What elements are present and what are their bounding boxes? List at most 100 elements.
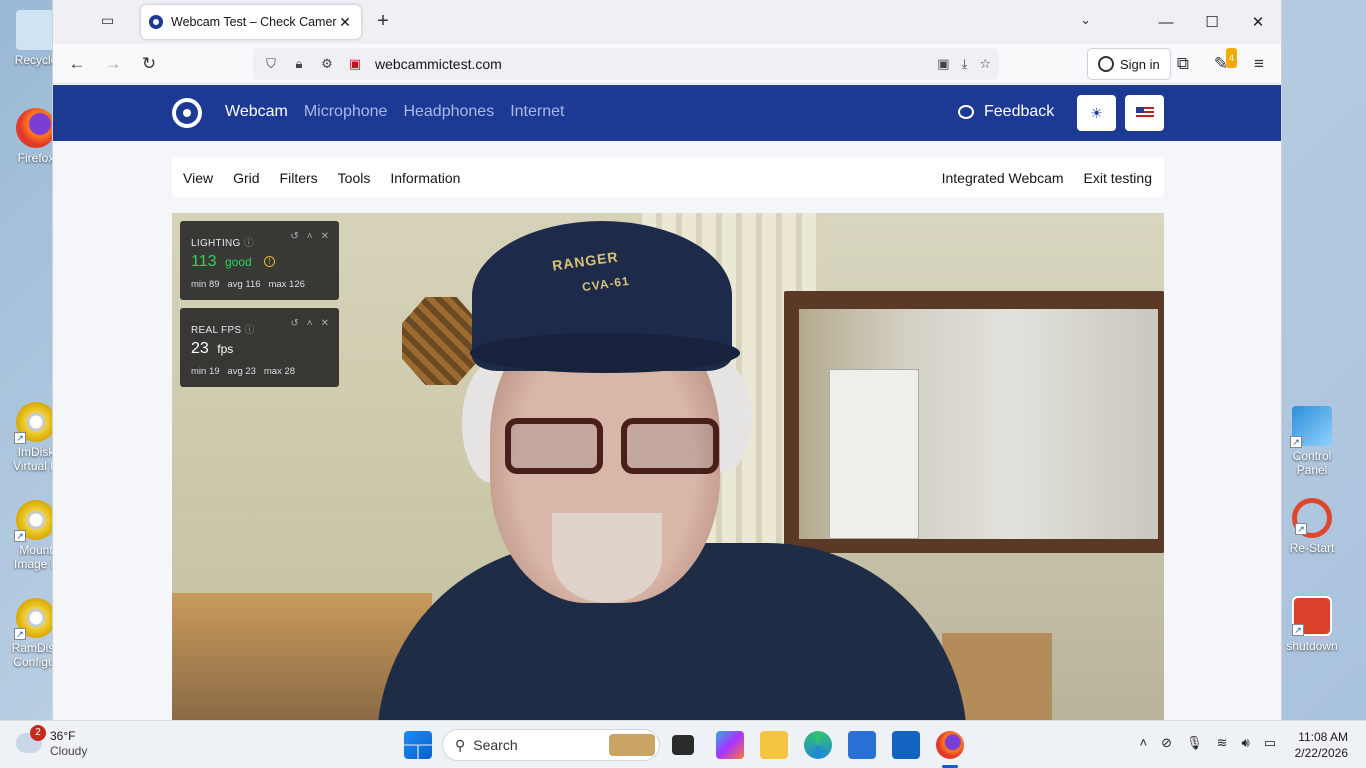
fps-value: 23 — [191, 340, 209, 357]
desktop-label: Firefox — [17, 151, 55, 165]
start-windows-icon[interactable] — [404, 731, 432, 759]
microphone-icon[interactable]: 🎙︎ — [1186, 735, 1203, 751]
bookmark-star-icon[interactable]: ☆ — [979, 56, 991, 72]
permissions-icon[interactable]: ⚙ — [317, 56, 337, 72]
lighting-stats: min 89 avg 116 max 126 — [191, 279, 305, 290]
volume-icon[interactable]: 🔊︎ — [1242, 735, 1250, 751]
beard — [552, 513, 662, 603]
camera-select[interactable]: Integrated Webcam — [942, 170, 1064, 186]
microsoft-365-icon[interactable] — [716, 731, 744, 759]
info-icon[interactable]: ⓘ — [244, 238, 254, 249]
menu-tools[interactable]: Tools — [338, 170, 371, 186]
search-highlight-icon — [609, 734, 655, 756]
feedback-link[interactable]: Feedback — [958, 103, 1054, 121]
extension-badge: 4 — [1225, 48, 1237, 68]
sun-icon: ☀ — [1090, 104, 1103, 121]
lock-icon[interactable]: 🔒︎ — [289, 56, 309, 72]
mirror-reflection — [799, 309, 1158, 539]
desktop-label: Re-Start — [1289, 541, 1335, 555]
site-favicon-icon — [149, 15, 163, 29]
search-label: Search — [473, 737, 518, 753]
nav-webcam[interactable]: Webcam — [225, 103, 288, 121]
search-icon: ⚲ — [455, 736, 466, 753]
close-tab-icon[interactable]: ✕ — [337, 14, 353, 31]
menu-filters[interactable]: Filters — [280, 170, 318, 186]
nav-microphone[interactable]: Microphone — [304, 103, 388, 121]
menu-grid[interactable]: Grid — [233, 170, 259, 186]
disc-icon: ↗ — [14, 402, 56, 444]
battery-icon[interactable]: ▭ — [1264, 735, 1276, 751]
panel-title: LIGHTING — [191, 238, 241, 249]
lens-right — [621, 418, 719, 474]
minimize-icon[interactable]: — — [1143, 0, 1189, 44]
menu-view[interactable]: View — [183, 170, 213, 186]
list-all-tabs-icon[interactable]: ⌄ — [1080, 12, 1091, 28]
sign-in-label: Sign in — [1120, 56, 1160, 72]
language-button[interactable] — [1125, 95, 1164, 131]
us-flag-icon — [1135, 107, 1154, 119]
menu-information[interactable]: Information — [390, 170, 460, 186]
desktop-label: Recycle — [14, 53, 58, 67]
file-explorer-icon[interactable] — [760, 731, 788, 759]
weather-widget[interactable]: 2 36°F Cloudy — [16, 725, 87, 759]
taskbar-search[interactable]: ⚲ Search — [442, 729, 660, 761]
extensions-icon[interactable]: ⧉ — [1173, 54, 1193, 74]
reflected-door — [829, 369, 919, 539]
back-icon[interactable]: ← — [67, 54, 87, 74]
account-icon — [1098, 56, 1114, 72]
firefox-view-icon[interactable]: ▭ — [101, 12, 121, 32]
lighting-status: good — [224, 255, 252, 269]
warning-icon[interactable]: ! — [264, 256, 276, 267]
chevron-up-icon[interactable]: ˄ — [1140, 735, 1148, 751]
close-window-icon[interactable]: ✕ — [1235, 0, 1281, 44]
reset-icon[interactable]: ↺ — [290, 318, 298, 329]
lens-left — [505, 418, 603, 474]
shutdown-shortcut[interactable]: ↗ shutdown — [1280, 596, 1344, 653]
tab-webcam-test[interactable]: Webcam Test – Check Camera Online ✕ — [141, 5, 361, 39]
picture-in-picture-icon[interactable]: ▣ — [937, 56, 949, 72]
reload-icon[interactable]: ↻ — [139, 54, 159, 74]
power-icon: ↗ — [1292, 596, 1332, 636]
url-text[interactable]: webcammictest.com — [375, 56, 502, 72]
collapse-icon[interactable]: ˄ — [307, 318, 313, 329]
task-view-icon[interactable] — [672, 735, 694, 755]
extension-puzzle-icon[interactable]: ✎ 4 — [1211, 48, 1237, 74]
weather-temp: 36°F — [50, 729, 76, 743]
exit-testing-button[interactable]: Exit testing — [1084, 170, 1152, 186]
maximize-icon[interactable]: ☐ — [1189, 0, 1235, 44]
nav-headphones[interactable]: Headphones — [403, 103, 494, 121]
site-logo-icon[interactable] — [172, 98, 202, 128]
store-icon[interactable] — [848, 731, 876, 759]
taskbar: 2 36°F Cloudy ⚲ Search ˄ ⊘ 🎙︎ ≋ 🔊︎ ▭ 11:… — [0, 720, 1366, 768]
network-off-icon[interactable]: ⊘ — [1161, 735, 1172, 751]
disc-icon: ↗ — [14, 598, 56, 640]
save-page-icon[interactable]: ⤓ — [962, 56, 968, 72]
firefox-taskbar-icon[interactable] — [936, 731, 964, 759]
system-tray: ˄ ⊘ 🎙︎ ≋ 🔊︎ ▭ — [1140, 735, 1276, 751]
nav-internet[interactable]: Internet — [510, 103, 564, 121]
clock[interactable]: 11:08 AM 2/22/2026 — [1295, 729, 1348, 761]
collapse-icon[interactable]: ˄ — [307, 231, 313, 242]
shortcut-arrow-icon: ↗ — [1292, 624, 1304, 636]
lighting-value: 113 — [191, 253, 217, 270]
camera-in-use-icon[interactable]: ▣ — [345, 56, 365, 72]
tracking-shield-icon[interactable]: ⛉ — [261, 56, 281, 72]
control-panel-icon: ↗ — [1290, 406, 1332, 448]
restart-shortcut[interactable]: ↗ Re-Start — [1280, 498, 1344, 555]
tab-title: Webcam Test – Check Camera Online — [171, 15, 337, 29]
info-icon[interactable]: ⓘ — [244, 325, 254, 336]
address-bar[interactable]: ⛉ 🔒︎ ⚙ ▣ webcammictest.com ▣ ⤓ ☆ — [253, 48, 999, 80]
outlook-icon[interactable] — [892, 731, 920, 759]
theme-toggle-button[interactable]: ☀ — [1077, 95, 1116, 131]
fps-panel: REAL FPS ⓘ ↺ ˄ ✕ 23 fps min 19 avg 23 ma… — [180, 308, 339, 387]
close-icon[interactable]: ✕ — [321, 231, 329, 242]
close-icon[interactable]: ✕ — [321, 318, 329, 329]
control-panel-shortcut[interactable]: ↗ Control Panel — [1280, 406, 1344, 477]
reset-icon[interactable]: ↺ — [290, 231, 298, 242]
menu-icon[interactable]: ≡ — [1249, 54, 1269, 74]
sign-in-button[interactable]: Sign in — [1087, 48, 1171, 80]
wifi-icon[interactable]: ≋ — [1217, 735, 1228, 751]
edge-icon[interactable] — [804, 731, 832, 759]
new-tab-button[interactable]: + — [371, 10, 395, 33]
forward-icon[interactable]: → — [103, 54, 123, 74]
